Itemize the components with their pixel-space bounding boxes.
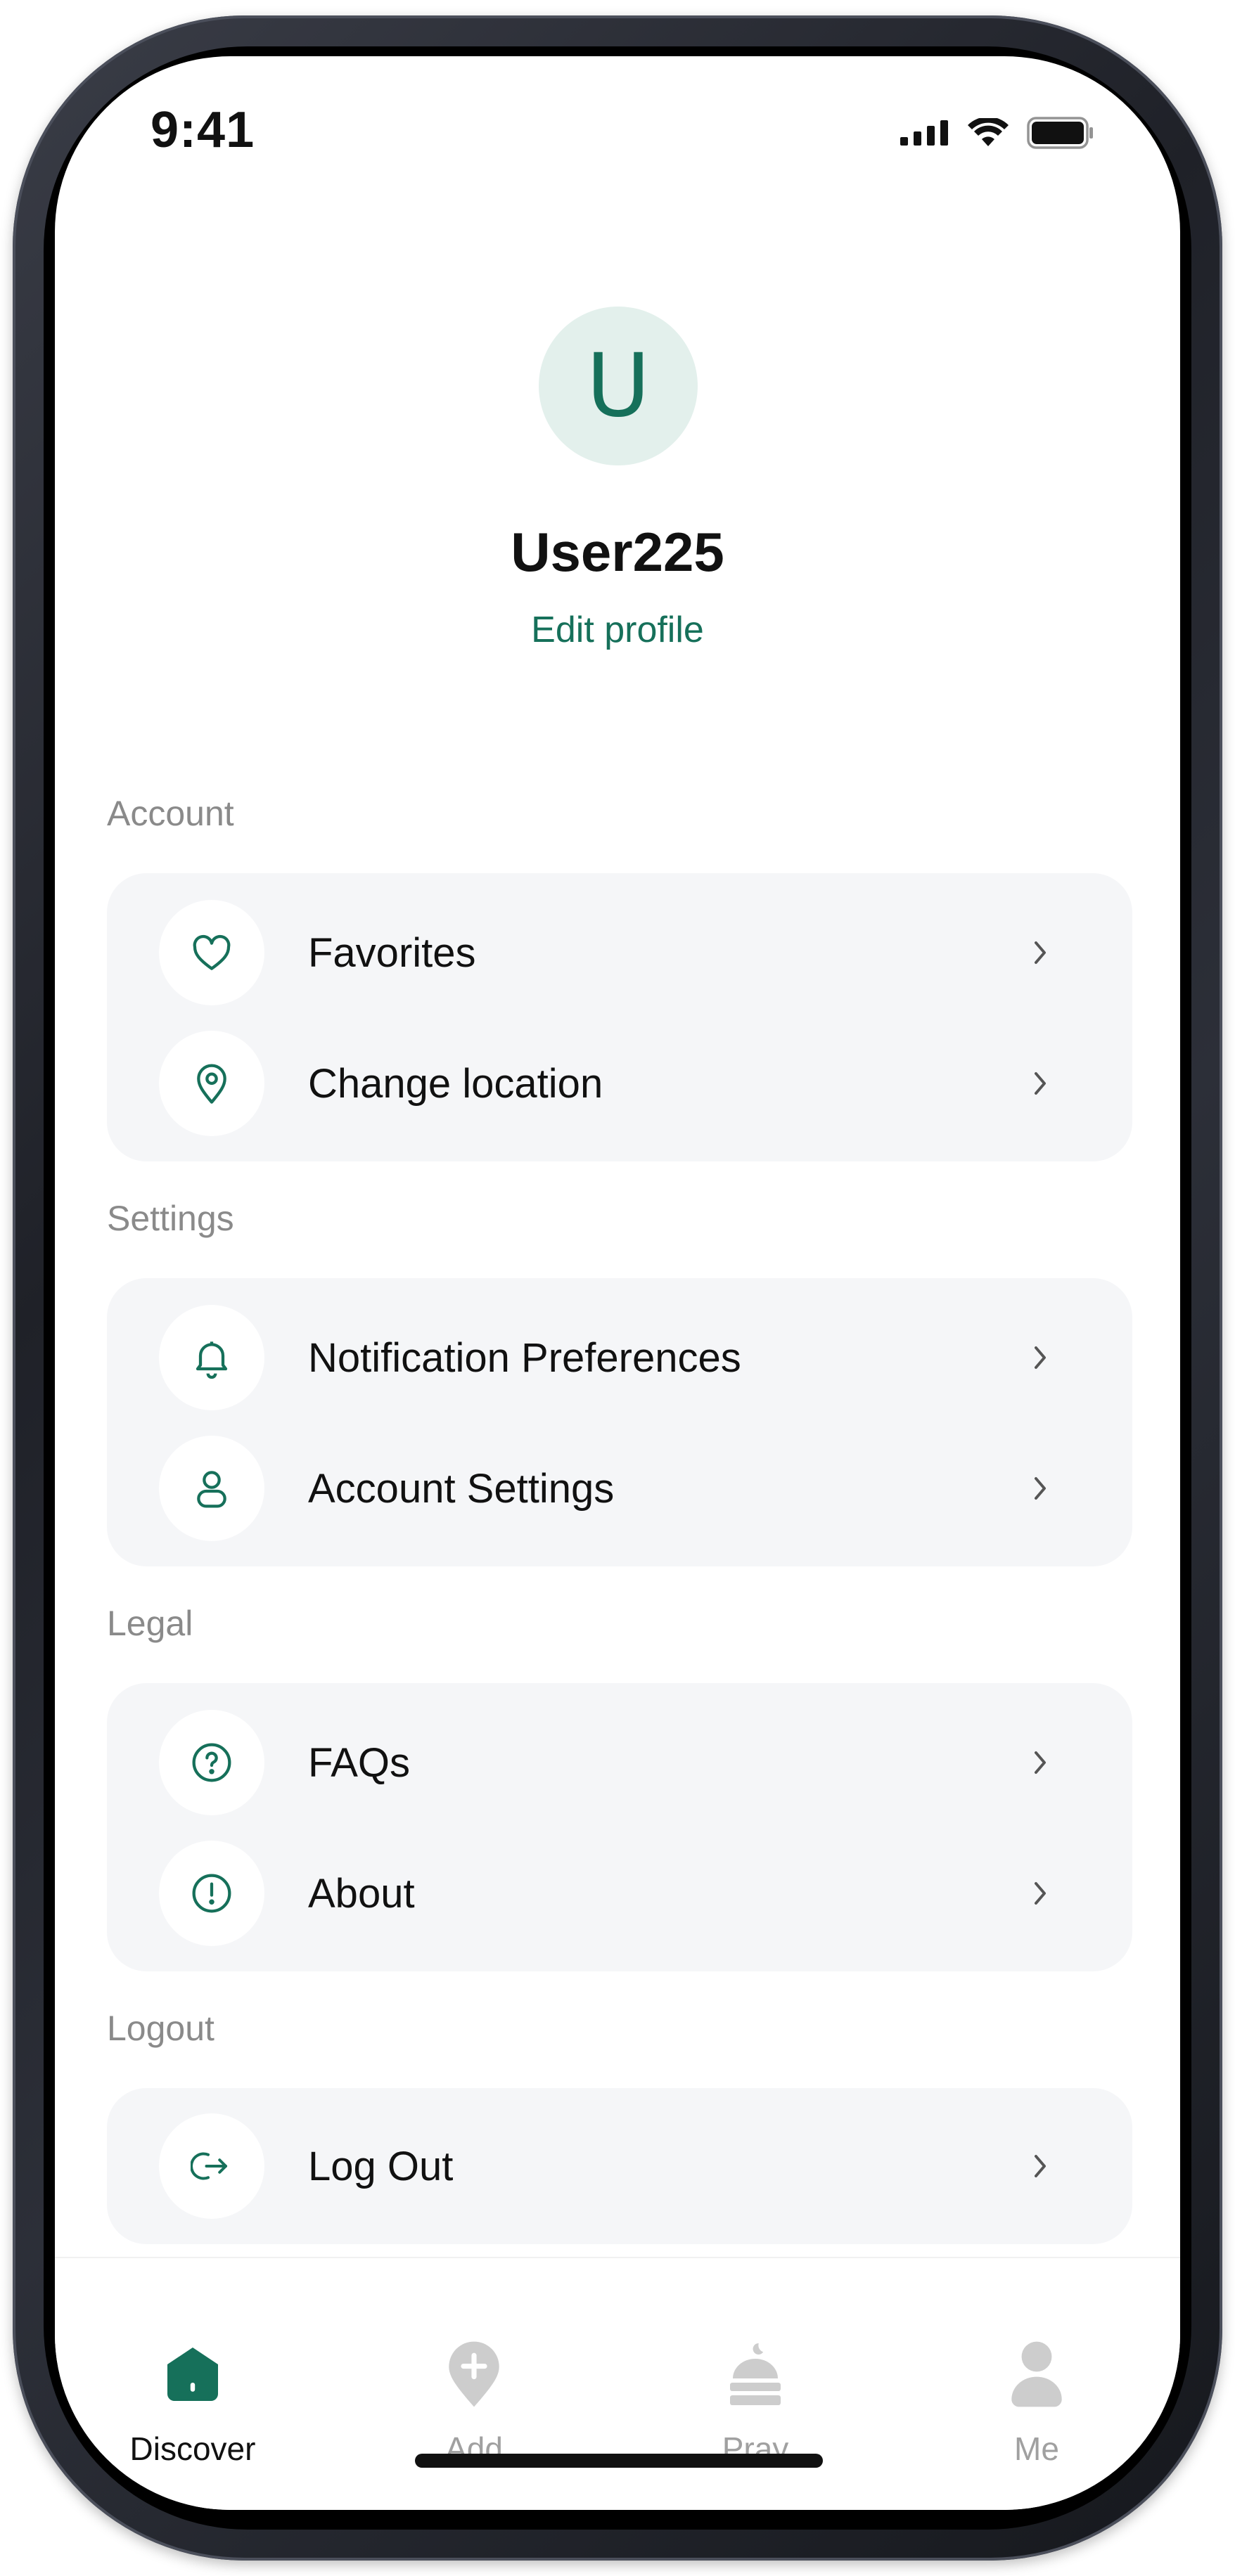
bell-icon	[159, 1305, 264, 1410]
change-location-row[interactable]: Change location	[107, 1031, 1132, 1136]
edit-profile-link[interactable]: Edit profile	[55, 609, 1180, 651]
tab-bar: Discover Add Pray Me	[55, 2257, 1180, 2510]
wifi-icon	[968, 116, 1009, 151]
chevron-right-icon	[1027, 1474, 1055, 1502]
logout-label: Log Out	[308, 2143, 454, 2189]
about-label: About	[308, 1870, 415, 1917]
signal-icon	[900, 120, 949, 149]
logout-row[interactable]: Log Out	[107, 2113, 1132, 2219]
notification-preferences-label: Notification Preferences	[308, 1334, 741, 1381]
question-circle-icon	[159, 1710, 264, 1815]
section-title-settings: Settings	[107, 1199, 234, 1238]
username: User225	[511, 521, 724, 583]
favorites-label: Favorites	[308, 929, 476, 976]
tab-add[interactable]: Add	[383, 2336, 565, 2468]
chevron-right-icon	[1027, 939, 1055, 967]
faqs-row[interactable]: FAQs	[107, 1710, 1132, 1815]
account-card: Favorites Change location	[107, 873, 1132, 1161]
account-settings-label: Account Settings	[308, 1465, 615, 1512]
favorites-row[interactable]: Favorites	[107, 900, 1132, 1005]
tab-me-label: Me	[1014, 2430, 1059, 2467]
mosque-icon	[664, 2336, 847, 2413]
avatar[interactable]: U	[539, 307, 698, 465]
screen: 9:41 U User225 Edit profile Account Favo…	[55, 56, 1180, 2510]
chevron-right-icon	[1027, 1069, 1055, 1097]
chevron-right-icon	[1027, 2152, 1055, 2180]
user-icon	[945, 2336, 1128, 2413]
tab-me[interactable]: Me	[945, 2336, 1128, 2468]
person-icon	[159, 1436, 264, 1541]
chevron-right-icon	[1027, 1879, 1055, 1907]
logout-card: Log Out	[107, 2088, 1132, 2244]
info-circle-icon	[159, 1841, 264, 1946]
status-time: 9:41	[151, 102, 255, 158]
add-pin-icon	[383, 2336, 565, 2413]
home-icon	[101, 2336, 284, 2413]
legal-card: FAQs About	[107, 1683, 1132, 1971]
section-title-account: Account	[107, 794, 234, 833]
tab-discover-label: Discover	[129, 2430, 256, 2467]
tab-pray[interactable]: Pray	[664, 2336, 847, 2468]
battery-icon	[1027, 117, 1094, 153]
heart-icon	[159, 900, 264, 1005]
logout-icon	[159, 2113, 264, 2219]
section-title-legal: Legal	[107, 1604, 193, 1643]
location-pin-icon	[159, 1031, 264, 1136]
tab-discover[interactable]: Discover	[101, 2336, 284, 2468]
faqs-label: FAQs	[308, 1739, 411, 1786]
about-row[interactable]: About	[107, 1841, 1132, 1946]
settings-card: Notification Preferences Account Setting…	[107, 1278, 1132, 1566]
home-indicator[interactable]	[415, 2454, 823, 2468]
account-settings-row[interactable]: Account Settings	[107, 1436, 1132, 1541]
change-location-label: Change location	[308, 1060, 603, 1107]
status-icons	[900, 116, 1094, 153]
chevron-right-icon	[1027, 1344, 1055, 1372]
notification-preferences-row[interactable]: Notification Preferences	[107, 1305, 1132, 1410]
section-title-logout: Logout	[107, 2009, 215, 2048]
chevron-right-icon	[1027, 1749, 1055, 1777]
